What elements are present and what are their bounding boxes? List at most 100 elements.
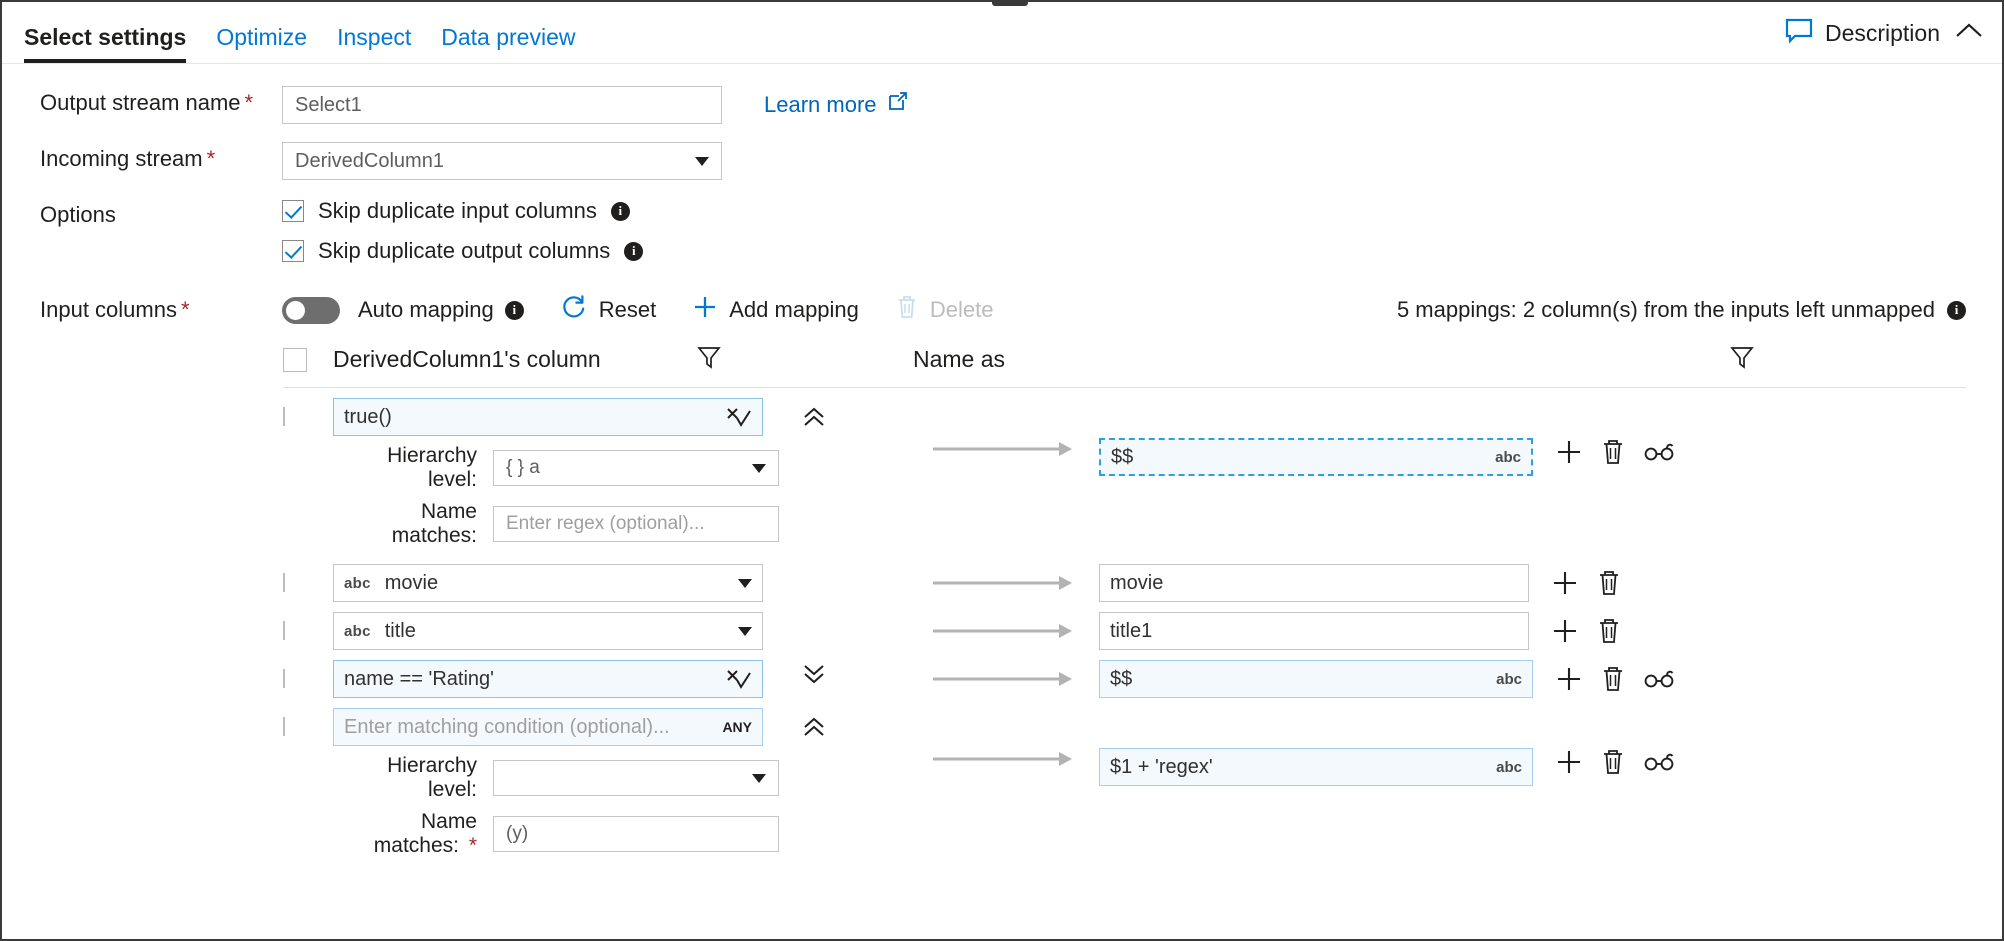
tab-select-settings[interactable]: Select settings [24, 24, 186, 63]
mapping-arrow-icon [933, 668, 1073, 690]
double-chevron-up-icon[interactable] [801, 714, 827, 745]
option-label: Skip duplicate output columns [318, 238, 610, 264]
row-input-cell: name == 'Rating' [333, 660, 783, 698]
name-matches-value: (y) [506, 823, 528, 845]
checkbox-select-all[interactable] [283, 348, 307, 372]
row-output-cell: movie [933, 564, 2002, 602]
output-name-input[interactable]: $$ abc [1099, 438, 1533, 476]
plus-icon[interactable] [1555, 665, 1583, 693]
row-actions [1555, 665, 1675, 693]
expression-icon[interactable] [726, 668, 752, 690]
plus-icon[interactable] [1551, 617, 1579, 645]
filter-icon[interactable] [1728, 343, 1756, 376]
hierarchy-level-select[interactable] [493, 760, 779, 796]
rule-condition-value: true() [344, 406, 392, 429]
hierarchy-level-value: { } a [506, 457, 540, 479]
tab-inspect[interactable]: Inspect [337, 24, 411, 63]
option-skip-duplicate-output[interactable]: Skip duplicate output columns i [282, 238, 643, 264]
plus-icon[interactable] [1551, 569, 1579, 597]
output-stream-input[interactable]: Select1 [282, 86, 722, 124]
external-link-icon [887, 86, 909, 124]
output-name-input[interactable]: $1 + 'regex' abc [1099, 748, 1533, 786]
tab-data-preview[interactable]: Data preview [441, 24, 575, 63]
rule-condition-input[interactable]: Enter matching condition (optional)... A… [333, 708, 763, 746]
plus-icon[interactable] [1555, 748, 1583, 776]
glasses-icon[interactable] [1643, 442, 1675, 462]
info-icon[interactable]: i [505, 301, 524, 320]
output-name-input[interactable]: $$ abc [1099, 660, 1533, 698]
row-input-cell: true() Hierarchy level: { } a [333, 398, 783, 548]
output-name-input[interactable]: title1 [1099, 612, 1529, 650]
info-icon[interactable]: i [624, 242, 643, 261]
match-type-badge: ANY [722, 719, 752, 735]
info-icon[interactable]: i [611, 202, 630, 221]
output-stream-row: Output stream name* Select1 Learn more [2, 86, 2002, 124]
output-stream-label: Output stream name* [2, 86, 282, 120]
double-chevron-up-icon[interactable] [801, 404, 827, 435]
trash-icon[interactable] [1601, 748, 1625, 776]
output-stream-label-text: Output stream name [40, 90, 241, 115]
output-name-input[interactable]: movie [1099, 564, 1529, 602]
description-button[interactable]: Description [1785, 18, 1940, 49]
checkbox-row[interactable] [283, 573, 285, 592]
learn-more-link[interactable]: Learn more [764, 86, 909, 124]
delete-button[interactable]: Delete [895, 294, 994, 326]
column-type-badge: abc [344, 623, 371, 640]
row-select-cell [283, 660, 333, 688]
mapping-toolbar: Auto mapping i Reset [282, 288, 2002, 332]
row-select-cell [283, 612, 333, 640]
filter-icon[interactable] [695, 343, 723, 376]
name-matches-input[interactable]: (y) [493, 816, 779, 852]
reset-button[interactable]: Reset [560, 293, 656, 327]
trash-icon[interactable] [1601, 665, 1625, 693]
trash-icon[interactable] [1601, 438, 1625, 466]
checkbox-row[interactable] [283, 717, 285, 736]
tab-optimize[interactable]: Optimize [216, 24, 307, 63]
trash-icon[interactable] [1597, 617, 1621, 645]
input-columns-label-text: Input columns [40, 297, 177, 322]
tab-bar-right-actions: Description [1785, 18, 1984, 49]
input-columns-label: Input columns* [2, 288, 282, 332]
input-column-select[interactable]: abc title [333, 612, 763, 650]
hierarchy-level-row: Hierarchy level: [333, 754, 783, 802]
checkbox-row[interactable] [283, 407, 285, 426]
chevron-down-icon [752, 774, 766, 783]
expression-icon[interactable] [726, 406, 752, 428]
info-icon[interactable]: i [1947, 301, 1966, 320]
input-column-value: movie [385, 572, 438, 595]
checkbox-skip-duplicate-output[interactable] [282, 240, 304, 262]
checkbox-row[interactable] [283, 621, 285, 640]
plus-icon[interactable] [1555, 438, 1583, 466]
checkbox-row[interactable] [283, 669, 285, 688]
name-matches-row: Name matches: * (y) [333, 810, 783, 858]
name-matches-input[interactable]: Enter regex (optional)... [493, 506, 779, 542]
required-asterisk: * [245, 90, 254, 115]
hierarchy-level-select[interactable]: { } a [493, 450, 779, 486]
add-mapping-button[interactable]: Add mapping [692, 294, 859, 326]
row-actions [1551, 569, 1621, 597]
rule-condition-input[interactable]: name == 'Rating' [333, 660, 763, 698]
glasses-icon[interactable] [1643, 669, 1675, 689]
rule-condition-input[interactable]: true() [333, 398, 763, 436]
table-row: true() Hierarchy level: { } a [283, 398, 2002, 548]
chevron-up-icon[interactable] [1954, 20, 1984, 47]
table-row: Enter matching condition (optional)... A… [283, 708, 2002, 858]
glasses-icon[interactable] [1643, 752, 1675, 772]
mapping-table-header: DerivedColumn1's column Name as [283, 332, 1966, 388]
mapping-summary: 5 mappings: 2 column(s) from the inputs … [1397, 297, 1966, 323]
table-row: abc title title1 [283, 612, 2002, 656]
plus-icon [692, 294, 718, 326]
checkbox-skip-duplicate-input[interactable] [282, 200, 304, 222]
tab-bar: Select settings Optimize Inspect Data pr… [2, 2, 2002, 64]
input-columns-row: Input columns* Auto mapping i [2, 288, 2002, 332]
option-skip-duplicate-input[interactable]: Skip duplicate input columns i [282, 198, 643, 224]
incoming-stream-select[interactable]: DerivedColumn1 [282, 142, 722, 180]
output-type-badge: abc [1495, 449, 1521, 466]
row-actions [1551, 617, 1621, 645]
input-column-select[interactable]: abc movie [333, 564, 763, 602]
auto-mapping-toggle[interactable] [282, 297, 340, 324]
trash-icon[interactable] [1597, 569, 1621, 597]
double-chevron-down-icon[interactable] [801, 660, 827, 691]
mapping-arrow-icon [933, 748, 1073, 770]
rule-condition-placeholder: Enter matching condition (optional)... [344, 716, 670, 739]
